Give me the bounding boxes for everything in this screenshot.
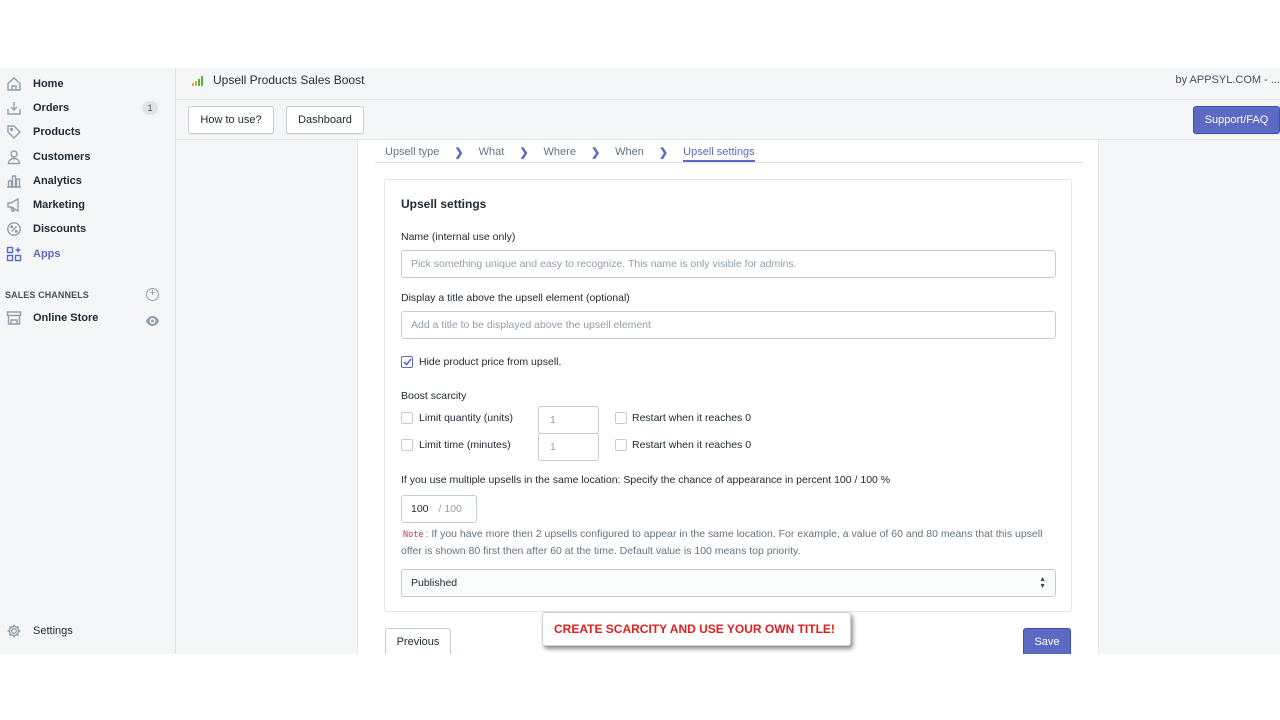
- gear-icon: [5, 622, 23, 640]
- restart-time-checkbox[interactable]: [615, 439, 627, 451]
- status-select[interactable]: Published ▲ ▼: [401, 569, 1056, 597]
- orders-badge: 1: [142, 101, 158, 115]
- admin-frame: Home Orders 1 Products Customers Analyti…: [0, 68, 1280, 654]
- step-where[interactable]: Where: [544, 146, 576, 158]
- limit-time-input[interactable]: 1: [538, 433, 599, 461]
- view-store-eye-icon[interactable]: [146, 313, 159, 331]
- step-when[interactable]: When: [615, 146, 644, 158]
- step-upsell-type[interactable]: Upsell type: [385, 146, 439, 158]
- card-title: Upsell settings: [401, 197, 487, 211]
- app-developer-link[interactable]: by APPSYL.COM - ...: [1175, 74, 1280, 86]
- tag-icon: [5, 123, 23, 141]
- sidebar: Home Orders 1 Products Customers Analyti…: [0, 68, 176, 654]
- boost-scarcity-label: Boost scarcity: [401, 390, 467, 402]
- sidebar-item-customers[interactable]: Customers: [0, 145, 175, 169]
- note-tag: Note: [401, 530, 426, 540]
- store-icon: [5, 309, 23, 327]
- megaphone-icon: [5, 196, 23, 214]
- limit-time-checkbox[interactable]: [401, 439, 413, 451]
- discount-icon: [5, 220, 23, 238]
- steps-divider: [375, 162, 1083, 163]
- limit-time-label: Limit time (minutes): [419, 439, 511, 451]
- step-upsell-settings[interactable]: Upsell settings: [683, 146, 755, 162]
- main-content: Upsell type ❯ What ❯ Where ❯ When ❯ Upse…: [357, 140, 1099, 654]
- chevron-right-icon: ❯: [454, 146, 464, 159]
- person-icon: [5, 148, 23, 166]
- limit-quantity-checkbox[interactable]: [401, 412, 413, 424]
- restart-quantity-label: Restart when it reaches 0: [632, 412, 752, 424]
- chance-input[interactable]: 100 / 100: [401, 495, 477, 523]
- sidebar-item-marketing[interactable]: Marketing: [0, 193, 175, 217]
- support-faq-button[interactable]: Support/FAQ: [1193, 106, 1280, 134]
- hide-price-checkbox[interactable]: [401, 356, 413, 368]
- upsell-settings-card: Upsell settings Name (internal use only)…: [384, 179, 1072, 612]
- restart-quantity-checkbox[interactable]: [615, 412, 627, 424]
- sidebar-item-home[interactable]: Home: [0, 72, 175, 96]
- app-header: Upsell Products Sales Boost by APPSYL.CO…: [176, 68, 1280, 100]
- chance-label: If you use multiple upsells in the same …: [401, 474, 891, 486]
- select-arrows-icon: ▲ ▼: [1039, 576, 1046, 590]
- name-input[interactable]: Pick something unique and easy to recogn…: [401, 250, 1056, 278]
- sidebar-item-apps[interactable]: Apps: [0, 242, 175, 266]
- dashboard-button[interactable]: Dashboard: [286, 106, 364, 134]
- chevron-right-icon: ❯: [658, 146, 669, 159]
- limit-quantity-label: Limit quantity (units): [419, 412, 513, 424]
- orders-icon: [5, 99, 23, 117]
- promo-banner: CREATE SCARCITY AND USE YOUR OWN TITLE!: [542, 612, 851, 646]
- chance-value: 100: [411, 503, 429, 515]
- limit-quantity-input[interactable]: 1: [538, 406, 599, 434]
- wizard-steps: Upsell type ❯ What ❯ Where ❯ When ❯ Upse…: [385, 142, 755, 162]
- previous-button[interactable]: Previous: [385, 628, 451, 654]
- hide-price-label: Hide product price from upsell.: [419, 356, 562, 368]
- save-button[interactable]: Save: [1023, 628, 1071, 654]
- chevron-right-icon: ❯: [519, 146, 529, 159]
- sidebar-item-online-store[interactable]: Online Store: [0, 306, 175, 330]
- chance-max: / 100: [438, 503, 462, 515]
- sidebar-item-discounts[interactable]: Discounts: [0, 217, 175, 241]
- how-to-use-button[interactable]: How to use?: [188, 106, 274, 134]
- add-sales-channel-icon[interactable]: +: [146, 288, 159, 301]
- app-title: Upsell Products Sales Boost: [213, 73, 365, 87]
- title-input[interactable]: Add a title to be displayed above the up…: [401, 311, 1056, 339]
- sales-channels-heading: SALES CHANNELS: [5, 290, 89, 300]
- apps-icon: [5, 245, 23, 263]
- restart-time-label: Restart when it reaches 0: [632, 439, 752, 451]
- title-label: Display a title above the upsell element…: [401, 292, 630, 304]
- sidebar-item-orders[interactable]: Orders 1: [0, 96, 175, 120]
- name-label: Name (internal use only): [401, 231, 516, 243]
- sidebar-item-products[interactable]: Products: [0, 120, 175, 144]
- note-text: Note: If you have more then 2 upsells co…: [401, 528, 1043, 557]
- step-what[interactable]: What: [479, 146, 505, 158]
- home-icon: [5, 75, 23, 93]
- bar-chart-icon: [5, 172, 23, 190]
- app-toolbar: How to use? Dashboard Support/FAQ: [176, 100, 1280, 140]
- sidebar-item-analytics[interactable]: Analytics: [0, 169, 175, 193]
- chevron-right-icon: ❯: [590, 146, 601, 159]
- app-logo-icon: [191, 74, 205, 92]
- sidebar-item-settings[interactable]: Settings: [0, 619, 175, 643]
